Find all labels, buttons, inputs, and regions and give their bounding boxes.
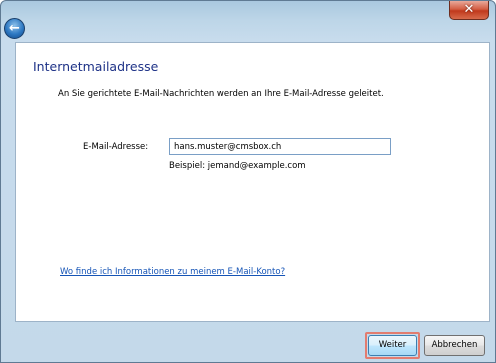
cancel-button[interactable]: Abbrechen bbox=[424, 335, 485, 356]
email-label: E-Mail-Adresse: bbox=[83, 142, 149, 152]
back-button[interactable]: ← bbox=[4, 18, 25, 39]
title-bar: ✕ ← bbox=[1, 1, 495, 41]
email-example-hint: Beispiel: jemand@example.com bbox=[169, 161, 306, 171]
wizard-window: ✕ ← Internetmailadresse An Sie gerichtet… bbox=[0, 0, 496, 363]
close-button[interactable]: ✕ bbox=[449, 1, 489, 20]
page-title: Internetmailadresse bbox=[33, 59, 159, 74]
next-button[interactable]: Weiter bbox=[368, 335, 417, 356]
content-panel: Internetmailadresse An Sie gerichtete E-… bbox=[15, 42, 490, 322]
help-link[interactable]: Wo finde ich Informationen zu meinem E-M… bbox=[60, 267, 285, 277]
email-input[interactable] bbox=[169, 138, 391, 155]
close-icon: ✕ bbox=[463, 2, 475, 17]
intro-text: An Sie gerichtete E-Mail-Nachrichten wer… bbox=[58, 89, 384, 99]
back-arrow-icon: ← bbox=[9, 21, 20, 36]
footer: Weiter Abbrechen bbox=[15, 322, 490, 363]
